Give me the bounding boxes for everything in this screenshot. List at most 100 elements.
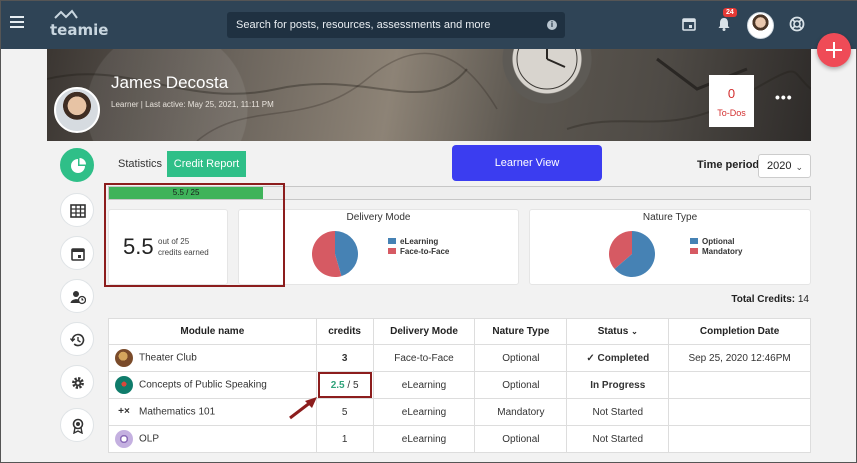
- todos-label: To-Dos: [717, 108, 746, 118]
- chevron-down-icon: ⌄: [631, 327, 638, 336]
- module-name[interactable]: OLP: [139, 434, 159, 445]
- module-completion-date: Sep 25, 2020 12:46PM: [668, 344, 811, 372]
- rail-calendar[interactable]: [60, 236, 94, 270]
- chevron-down-icon: ⌄: [795, 162, 803, 172]
- nature-type-card: Nature Type Optional Mandatory: [529, 209, 811, 285]
- legend-optional: Optional: [702, 237, 735, 246]
- table-icon: [70, 204, 86, 218]
- bell-icon[interactable]: [716, 16, 732, 32]
- highlight-box-credits: [104, 183, 285, 287]
- notification-badge: 24: [723, 8, 737, 17]
- delivery-mode-legend: eLearning Face-to-Face: [388, 237, 449, 257]
- module-credits: 3: [315, 344, 374, 372]
- legend-item: Face-to-Face: [388, 247, 449, 257]
- more-options-icon[interactable]: •••: [775, 89, 793, 105]
- time-period-select[interactable]: 2020 ⌄: [758, 154, 811, 178]
- modules-table: Module name credits Delivery Mode Nature…: [108, 318, 811, 453]
- header-status[interactable]: Status ⌄: [566, 318, 670, 345]
- header-nature-type[interactable]: Nature Type: [474, 318, 568, 345]
- rail-badges[interactable]: [60, 408, 94, 442]
- annotation-arrow-icon: [289, 397, 317, 420]
- module-name[interactable]: Concepts of Public Speaking: [139, 380, 267, 391]
- module-status: Not Started: [566, 425, 670, 453]
- total-credits-label: Total Credits:: [731, 294, 796, 305]
- module-status: ✓ Completed: [566, 344, 670, 372]
- user-clock-icon: [70, 291, 86, 305]
- theater-club-icon: [115, 349, 133, 367]
- info-icon[interactable]: i: [547, 20, 557, 30]
- user-avatar[interactable]: [747, 12, 774, 39]
- calendar-icon[interactable]: [681, 16, 697, 32]
- legend-face-to-face: Face-to-Face: [400, 247, 450, 256]
- rail-history[interactable]: [60, 322, 94, 356]
- module-name[interactable]: Mathematics 101: [139, 407, 215, 418]
- calendar-icon: [71, 248, 85, 261]
- module-nature: Mandatory: [474, 398, 568, 426]
- table-row[interactable]: OLP 1 eLearning Optional Not Started: [108, 425, 811, 453]
- banner-background-image: [47, 49, 811, 141]
- rail-attendance[interactable]: [60, 279, 94, 313]
- nature-type-pie: [609, 231, 655, 277]
- header-completion-date[interactable]: Completion Date: [668, 318, 811, 345]
- olp-icon: [115, 430, 133, 448]
- module-status: In Progress: [566, 371, 670, 399]
- module-nature: Optional: [474, 344, 568, 372]
- legend-item: Optional: [690, 237, 742, 247]
- profile-photo: [54, 87, 100, 133]
- teamie-logo[interactable]: teamie: [49, 9, 113, 39]
- rail-credit-report[interactable]: [60, 148, 94, 182]
- rail-gradebook[interactable]: [60, 193, 94, 227]
- total-credits-value: 14: [797, 294, 809, 305]
- gear-icon: [72, 377, 84, 389]
- user-name: James Decosta: [111, 73, 229, 92]
- module-delivery: eLearning: [372, 398, 476, 426]
- tab-credit-report[interactable]: Credit Report: [167, 151, 246, 177]
- nature-type-title: Nature Type: [642, 212, 698, 223]
- highlight-box-row-credits: [318, 372, 372, 398]
- table-row[interactable]: Theater Club 3 Face-to-Face Optional ✓ C…: [108, 344, 811, 372]
- rail-settings[interactable]: [60, 365, 94, 399]
- header-credits[interactable]: credits: [315, 318, 374, 345]
- nature-type-legend: Optional Mandatory: [690, 237, 742, 257]
- logo-text: teamie: [50, 21, 108, 39]
- module-credits: 1: [315, 425, 374, 453]
- legend-item: Mandatory: [690, 247, 742, 257]
- module-completion-date: [668, 425, 811, 453]
- module-completion-date: [668, 398, 811, 426]
- user-meta: Learner | Last active: May 25, 2021, 11:…: [111, 100, 274, 109]
- module-nature: Optional: [474, 371, 568, 399]
- help-icon[interactable]: [789, 16, 805, 32]
- legend-elearning: eLearning: [400, 237, 439, 246]
- pie-chart-icon: [71, 158, 86, 173]
- add-button[interactable]: [817, 33, 851, 67]
- module-delivery: Face-to-Face: [372, 344, 476, 372]
- module-name[interactable]: Theater Club: [139, 353, 197, 364]
- table-row[interactable]: +× Mathematics 101 5 eLearning Mandatory …: [108, 398, 811, 426]
- menu-icon[interactable]: [10, 16, 24, 28]
- tab-statistics[interactable]: Statistics: [111, 151, 169, 177]
- module-completion-date: [668, 371, 811, 399]
- search-input[interactable]: Search for posts, resources, assessments…: [227, 12, 565, 38]
- math-operators-icon: +×: [115, 403, 133, 421]
- table-header-row: Module name credits Delivery Mode Nature…: [108, 318, 811, 345]
- search-placeholder: Search for posts, resources, assessments…: [236, 19, 491, 31]
- table-row[interactable]: Concepts of Public Speaking 2.5 / 5 eLea…: [108, 371, 811, 399]
- legend-item: eLearning: [388, 237, 449, 247]
- header-module-name[interactable]: Module name: [108, 318, 317, 345]
- public-speaking-icon: [115, 376, 133, 394]
- delivery-mode-pie: [312, 231, 358, 277]
- learner-view-button[interactable]: Learner View: [452, 145, 602, 181]
- award-icon: [72, 418, 84, 434]
- header-delivery-mode[interactable]: Delivery Mode: [372, 318, 476, 345]
- module-credits: 5: [315, 398, 374, 426]
- todos-card[interactable]: 0 To-Dos: [709, 75, 754, 127]
- status-label: Completed: [597, 352, 650, 364]
- profile-banner: James Decosta Learner | Last active: May…: [47, 49, 811, 141]
- total-credits: Total Credits: 14: [731, 294, 809, 305]
- todos-count: 0: [727, 86, 736, 101]
- history-icon: [70, 333, 85, 347]
- module-delivery: eLearning: [372, 425, 476, 453]
- top-bar: teamie Search for posts, resources, asse…: [1, 1, 857, 49]
- module-delivery: eLearning: [372, 371, 476, 399]
- module-status: Not Started: [566, 398, 670, 426]
